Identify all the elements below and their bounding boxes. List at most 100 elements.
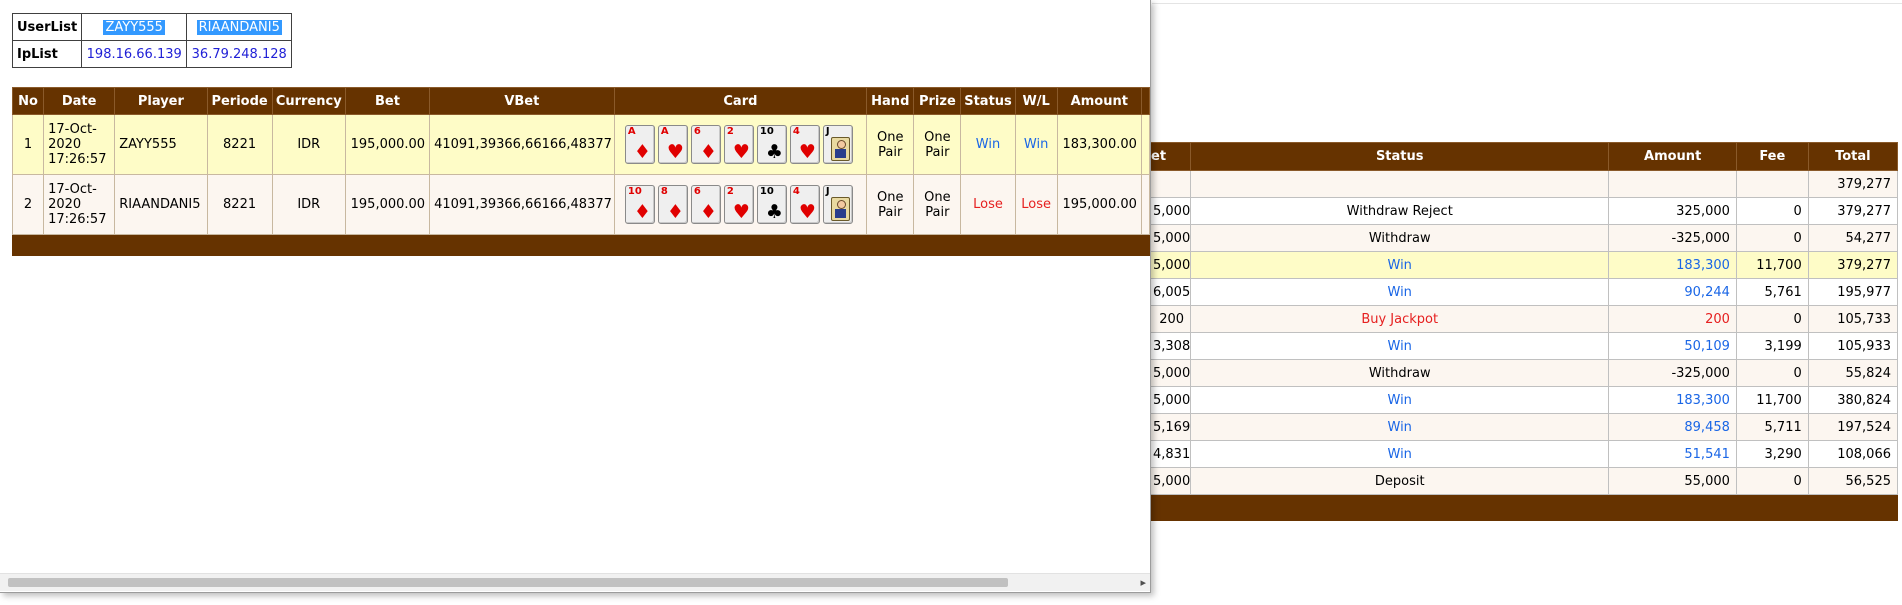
column-header-bet: Bet (344, 87, 431, 115)
transaction-row: 3,308 Win 50,109 3,199 105,933 (1145, 332, 1899, 360)
transaction-status: Withdraw (1190, 224, 1610, 252)
transaction-amount: 183,300 (1608, 386, 1737, 414)
userlist-label: UserList (11, 13, 83, 41)
row-currency: IDR (271, 174, 346, 235)
playing-card: J (822, 125, 853, 164)
iplist-label: IpList (11, 40, 83, 68)
transaction-bet: 5,000 (1145, 359, 1192, 387)
column-header-player: Player (114, 87, 208, 115)
game-row: 1 17-Oct-2020 17:26:57 ZAYY555 8221 IDR 195,0… (11, 114, 1150, 175)
transaction-bet: 5,000 (1145, 197, 1192, 225)
card-rank: 6 (693, 126, 701, 137)
user-name[interactable]: ZAYY555 (103, 19, 165, 35)
column-header-currency: Currency (271, 87, 346, 115)
transaction-amount: 200 (1608, 305, 1737, 333)
transaction-total: 105,733 (1807, 305, 1899, 333)
column-header-date: Date (43, 87, 116, 115)
column-header-no: No (11, 87, 45, 115)
transaction-fee: 5,761 (1735, 278, 1809, 306)
heart-icon: ♥ (666, 141, 684, 163)
heart-icon: ♥ (798, 141, 816, 163)
club-icon: ♣ (765, 141, 783, 163)
column-header-total: Total (1807, 142, 1899, 171)
transaction-history-table: et Status Amount Fee Total 379,277 5,000 W… (1145, 142, 1899, 521)
transaction-total: 379,277 (1807, 170, 1899, 198)
transaction-row: 5,000 Deposit 55,000 0 56,525 (1145, 467, 1899, 495)
transaction-total: 379,277 (1807, 197, 1899, 225)
transaction-total: 195,977 (1807, 278, 1899, 306)
transaction-amount: 55,000 (1608, 467, 1737, 495)
transaction-amount: 325,000 (1608, 197, 1737, 225)
row-player: RIAANDANI5 (114, 174, 208, 235)
transaction-bet: 5,000 (1145, 467, 1192, 495)
column-header-vbet: VBet (429, 87, 615, 115)
playing-card: 2 ♥ (723, 185, 754, 224)
transaction-fee: 0 (1735, 359, 1809, 387)
row-hand: One Pair (866, 114, 915, 175)
user-name[interactable]: RIAANDANI5 (196, 19, 282, 35)
transaction-fee: 3,199 (1735, 332, 1809, 360)
row-date: 17-Oct-2020 17:26:57 (43, 174, 116, 235)
transaction-total: 379,277 (1807, 251, 1899, 279)
transaction-status: Win (1190, 413, 1610, 441)
transaction-row: 4,831 Win 51,541 3,290 108,066 (1145, 440, 1899, 468)
transaction-status: Win (1190, 386, 1610, 414)
card-rank: 4 (792, 126, 800, 137)
transaction-amount: 89,458 (1608, 413, 1737, 441)
row-hand: One Pair (866, 174, 915, 235)
iplist-row: IpList 198.16.66.139 36.79.248.128 (11, 40, 293, 68)
transaction-status: Win (1190, 332, 1610, 360)
heart-icon: ♥ (798, 201, 816, 223)
transaction-status: Win (1190, 440, 1610, 468)
card-rank: 2 (726, 186, 734, 197)
transaction-total: 197,524 (1807, 413, 1899, 441)
playing-card: 6 ♦ (690, 185, 721, 224)
transaction-footer-row (1146, 494, 1898, 521)
heart-icon: ♥ (732, 141, 750, 163)
game-results-table: No Date Player Periode Currency Bet VBet… (11, 87, 1150, 256)
transaction-fee: 0 (1735, 224, 1809, 252)
scroll-right-arrow-icon[interactable]: ▸ (1140, 575, 1146, 590)
page-divider (1152, 3, 1902, 4)
card-rank: 10 (759, 126, 774, 137)
row-bet: 195,000.00 (344, 114, 431, 175)
row-extra (1140, 114, 1150, 175)
jack-face-icon (830, 197, 850, 221)
horizontal-scrollbar[interactable]: ▸ (0, 573, 1150, 591)
row-player: ZAYY555 (114, 114, 208, 175)
transaction-amount: 50,109 (1608, 332, 1737, 360)
transaction-bet: 3,308 (1145, 332, 1192, 360)
transaction-bet: 4,831 (1145, 440, 1192, 468)
scrollbar-thumb[interactable] (8, 578, 1008, 587)
transaction-total: 108,066 (1807, 440, 1899, 468)
user-cell[interactable]: ZAYY555 (81, 13, 188, 41)
playing-card: 4 ♥ (789, 125, 820, 164)
transaction-header-row: et Status Amount Fee Total (1145, 142, 1899, 171)
user-cell[interactable]: RIAANDANI5 (186, 13, 293, 41)
transaction-bet: 200 (1145, 305, 1192, 333)
transaction-status: Withdraw (1190, 359, 1610, 387)
diamond-icon: ♦ (699, 201, 717, 223)
transaction-bet: 6,005 (1145, 278, 1192, 306)
transaction-status (1190, 170, 1610, 198)
transaction-fee: 11,700 (1735, 251, 1809, 279)
game-row: 2 17-Oct-2020 17:26:57 RIAANDANI5 8221 IDR 19… (11, 174, 1150, 235)
transaction-status: Win (1190, 251, 1610, 279)
transaction-total: 55,824 (1807, 359, 1899, 387)
card-rank: J (825, 126, 830, 137)
card-rank: 8 (660, 186, 668, 197)
jack-face-icon (830, 137, 850, 161)
transaction-status: Withdraw Reject (1190, 197, 1610, 225)
user-ip-table: UserList ZAYY555 RIAANDANI5 IpList 198.1… (11, 13, 293, 68)
column-header-extra (1140, 87, 1150, 115)
card-rank: A (660, 126, 669, 137)
card-rank: 10 (759, 186, 774, 197)
transaction-fee: 11,700 (1735, 386, 1809, 414)
transaction-bet: 5,000 (1145, 224, 1192, 252)
row-amount: 195,000.00 (1056, 174, 1142, 235)
transaction-bet: 5,000 (1145, 251, 1192, 279)
column-header-hand: Hand (866, 87, 915, 115)
row-prize: One Pair (913, 174, 962, 235)
playing-card: 2 ♥ (723, 125, 754, 164)
row-currency: IDR (271, 114, 346, 175)
